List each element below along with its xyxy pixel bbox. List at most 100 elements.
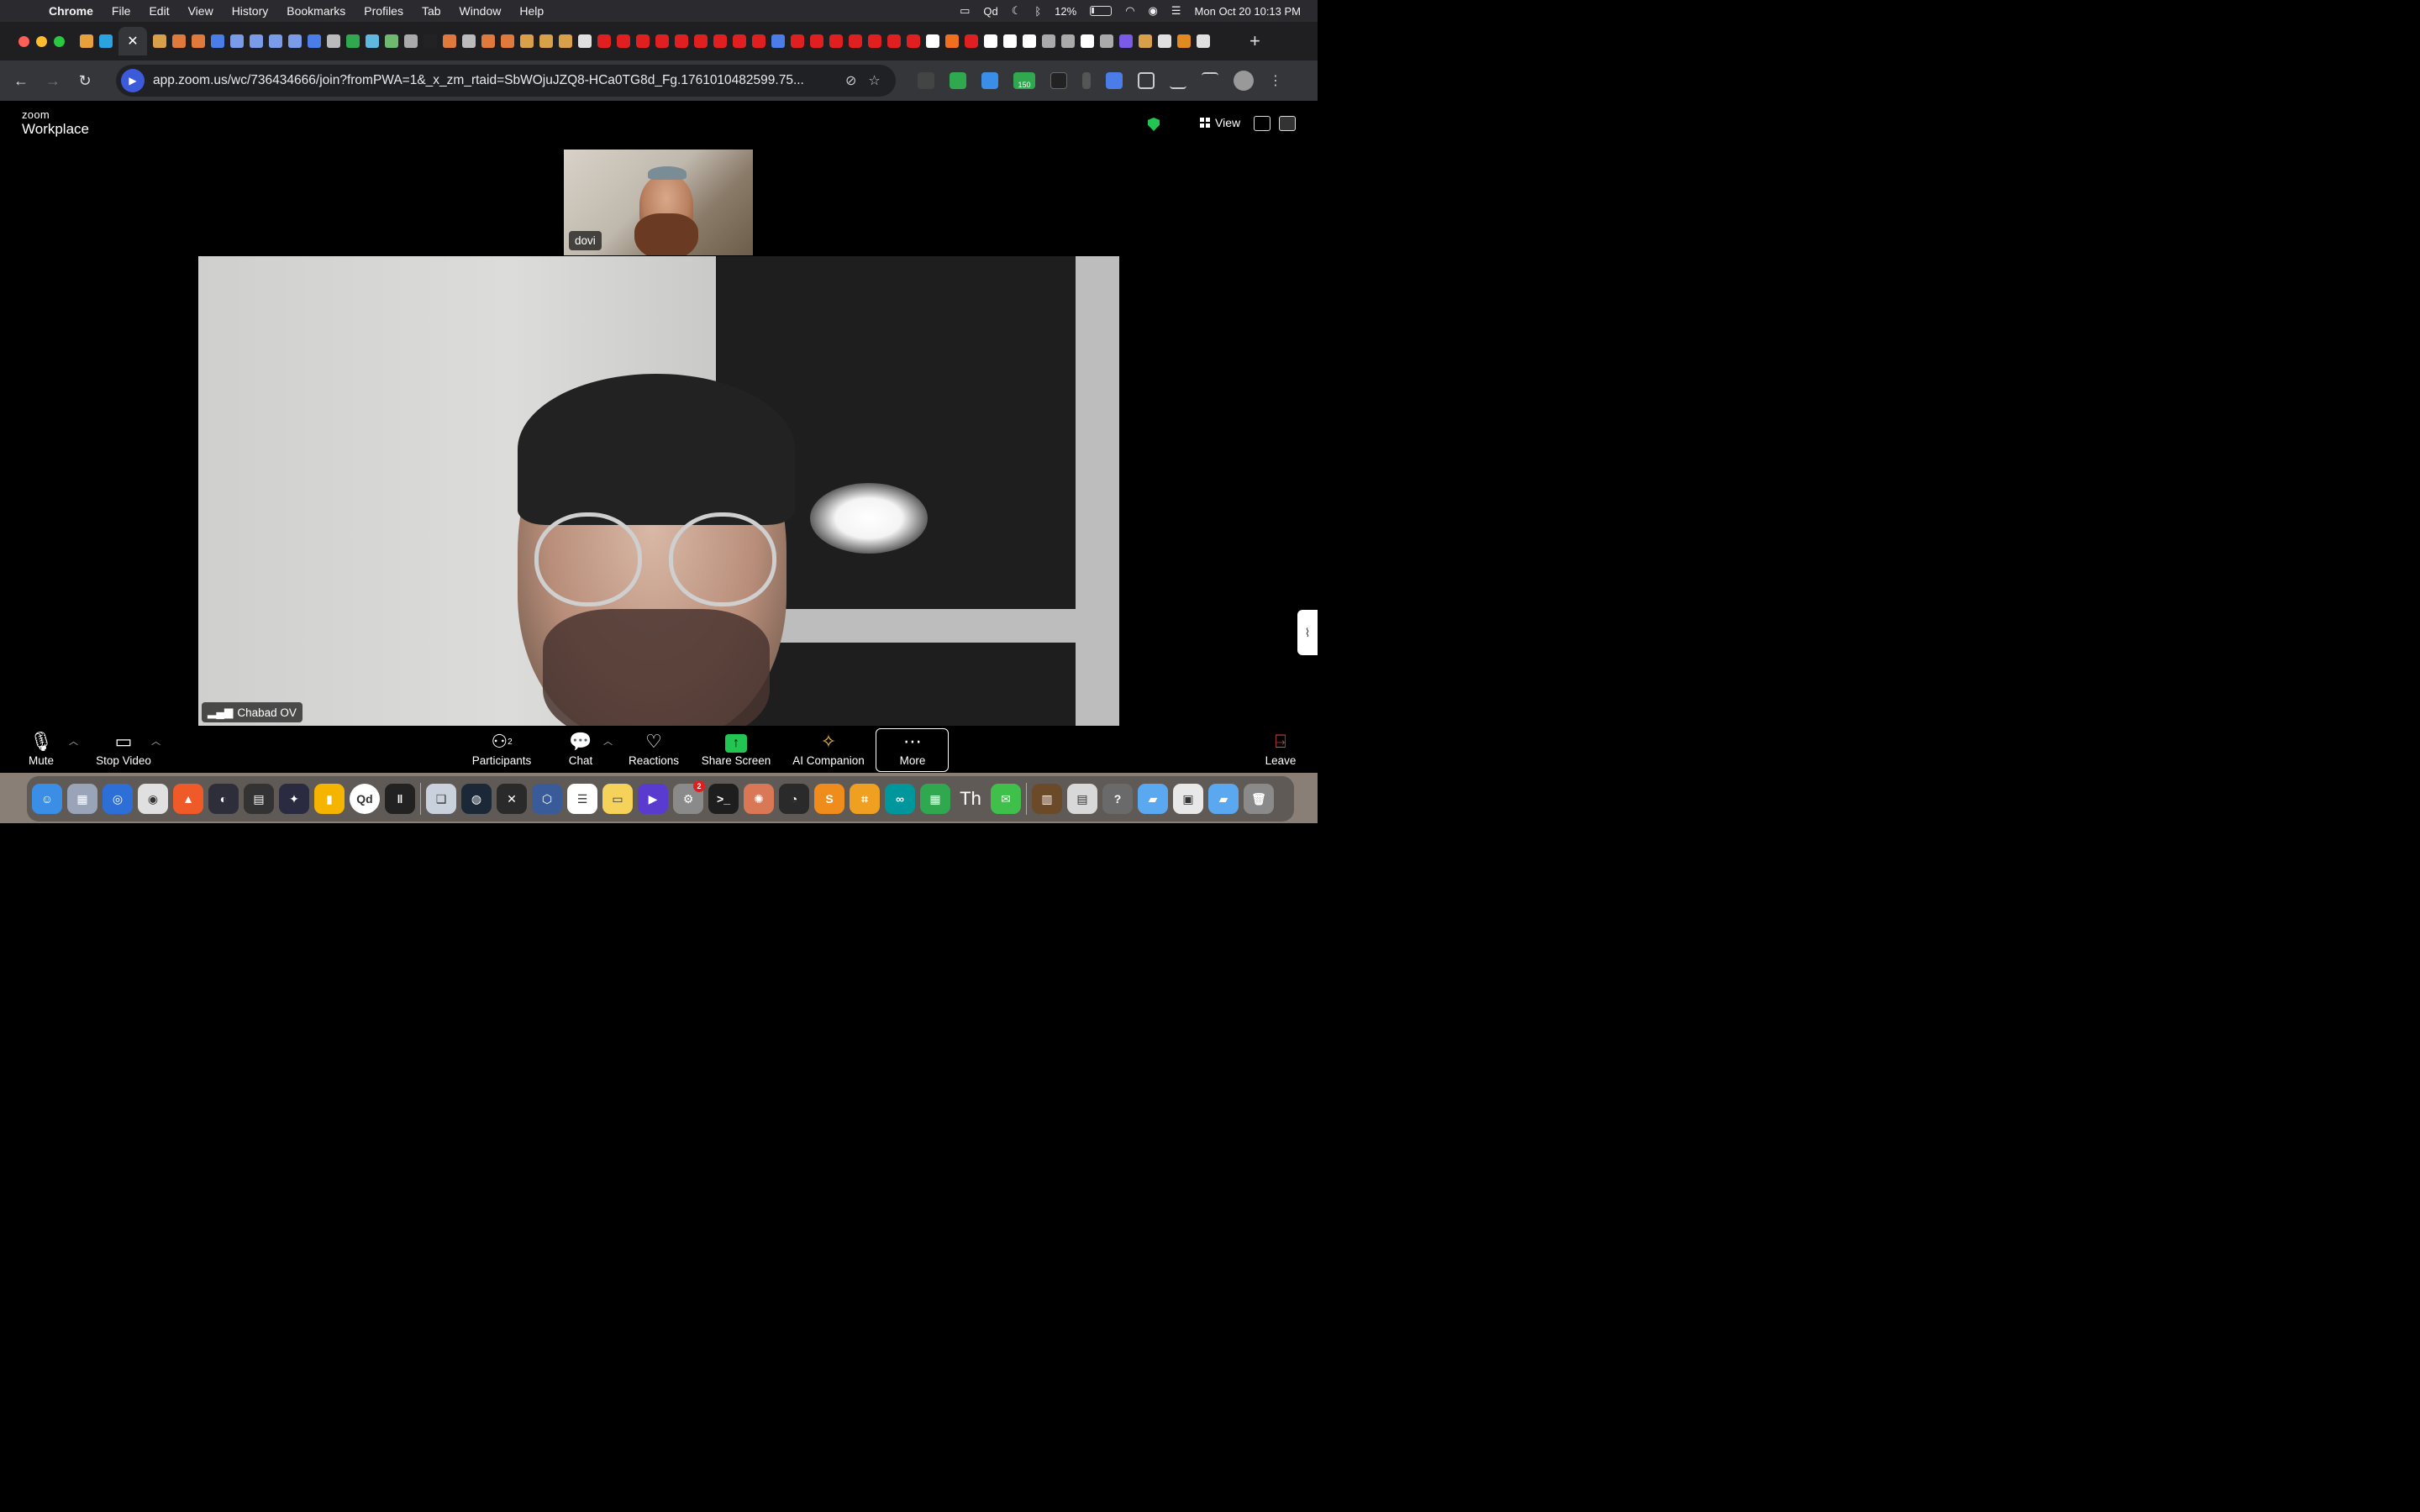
keyboard-icon[interactable]: ▭ [960, 4, 970, 18]
browser-tab[interactable] [346, 34, 360, 48]
zoom-window-button[interactable] [54, 35, 65, 47]
browser-tab[interactable] [366, 34, 379, 48]
wifi-icon[interactable]: ◠ [1125, 4, 1134, 18]
browser-tab[interactable] [1177, 34, 1191, 48]
extension-icon-3[interactable] [981, 72, 998, 89]
extension-badge-icon[interactable]: 150 [1013, 72, 1035, 89]
close-window-button[interactable] [18, 35, 29, 47]
browser-tab[interactable] [1197, 34, 1210, 48]
fullscreen-icon[interactable] [1279, 116, 1296, 131]
video-app-icon[interactable]: ▶ [638, 784, 668, 814]
status-app-qd[interactable]: Qd [983, 5, 997, 18]
browser-tab[interactable] [733, 34, 746, 48]
photo-stack-icon[interactable]: ▥ [1032, 784, 1062, 814]
minimize-window-button[interactable] [36, 35, 47, 47]
folder2-icon[interactable]: ▰ [1208, 784, 1239, 814]
battery-icon[interactable] [1090, 6, 1113, 16]
forward-icon[interactable]: → [37, 72, 69, 90]
browser-tab[interactable] [404, 34, 418, 48]
video-options-caret-icon[interactable]: ︿ [151, 734, 160, 748]
browser-tab[interactable] [153, 34, 166, 48]
menu-tab[interactable]: Tab [413, 4, 450, 18]
finder-icon[interactable]: ☺ [32, 784, 62, 814]
document-icon[interactable]: ▤ [1067, 784, 1097, 814]
download-icon[interactable] [1170, 72, 1186, 89]
browser-tab[interactable] [269, 34, 282, 48]
sublime-icon[interactable]: S [814, 784, 844, 814]
participant-thumbnail[interactable]: dovi [564, 150, 753, 255]
steam-icon[interactable]: ◍ [461, 784, 492, 814]
browser-tab[interactable] [172, 34, 186, 48]
address-bar[interactable]: ▶ app.zoom.us/wc/736434666/join?fromPWA=… [116, 65, 896, 97]
participants-button[interactable]: ⚇ 2 Participants [469, 729, 534, 767]
focus-moon-icon[interactable]: ☾ [1012, 4, 1022, 18]
browser-tab[interactable] [1003, 34, 1017, 48]
browser-tab[interactable] [327, 34, 340, 48]
arduino-icon[interactable]: ∞ [885, 784, 915, 814]
terminal-icon[interactable]: >_ [708, 784, 739, 814]
ai-companion-button[interactable]: ✧ AI Companion [792, 729, 865, 767]
messages-icon[interactable]: ✉ [991, 784, 1021, 814]
browser-tab[interactable] [655, 34, 669, 48]
meter-icon[interactable]: ‖ [385, 784, 415, 814]
reminders-icon[interactable]: ☰ [567, 784, 597, 814]
active-tab-close-icon[interactable]: ✕ [118, 27, 147, 55]
browser-tab[interactable] [559, 34, 572, 48]
browser-tab[interactable] [501, 34, 514, 48]
browser-tab[interactable] [636, 34, 650, 48]
extension-icon-1[interactable] [918, 72, 934, 89]
browser-tab[interactable] [1042, 34, 1055, 48]
browser-tab[interactable] [597, 34, 611, 48]
control-center-icon[interactable]: ☰ [1171, 4, 1181, 18]
browser-tab[interactable] [481, 34, 495, 48]
browser-tab[interactable] [868, 34, 881, 48]
browser-tab[interactable] [520, 34, 534, 48]
obs-icon[interactable]: ◐ [208, 784, 239, 814]
davinci-icon[interactable]: ✦ [279, 784, 309, 814]
extension-icon-5[interactable] [1050, 72, 1067, 89]
stop-video-button[interactable]: ▭ Stop Video [92, 729, 155, 767]
back-icon[interactable]: ← [5, 72, 37, 90]
extension-icon-6[interactable] [1106, 72, 1123, 89]
browser-tab[interactable] [1100, 34, 1113, 48]
menu-window[interactable]: Window [450, 4, 511, 18]
browser-tab[interactable] [810, 34, 823, 48]
chat-options-caret-icon[interactable]: ︿ [603, 734, 613, 748]
browser-tab[interactable] [1023, 34, 1036, 48]
url-text[interactable]: app.zoom.us/wc/736434666/join?fromPWA=1&… [153, 73, 834, 88]
browser-tab[interactable] [250, 34, 263, 48]
reactions-button[interactable]: ♡ Reactions [627, 729, 681, 767]
profile-avatar[interactable] [1234, 71, 1254, 91]
browser-tab[interactable] [539, 34, 553, 48]
media-control-icon[interactable] [1202, 72, 1218, 89]
browser-tab[interactable] [675, 34, 688, 48]
settings-icon[interactable]: ⚙ 2 [673, 780, 705, 814]
browser-tab[interactable] [829, 34, 843, 48]
browser-tab[interactable] [99, 34, 113, 48]
view-button[interactable]: View [1200, 116, 1240, 129]
browser-tab[interactable] [424, 34, 437, 48]
browser-tab[interactable] [211, 34, 224, 48]
browser-tab[interactable] [907, 34, 920, 48]
qd-icon[interactable]: Qd [350, 784, 380, 814]
side-panel-handle-icon[interactable]: ⌇ [1297, 610, 1318, 655]
browser-tab[interactable] [1119, 34, 1133, 48]
keep-icon[interactable]: ▮ [314, 784, 345, 814]
crop-icon[interactable]: ⌗ [850, 784, 880, 814]
launchpad-icon[interactable]: ▦ [67, 784, 97, 814]
share-screen-button[interactable]: ↑ Share Screen [701, 729, 771, 767]
browser-tab[interactable] [578, 34, 592, 48]
blender-alt-icon[interactable]: ⬡ [532, 784, 562, 814]
menu-view[interactable]: View [179, 4, 223, 18]
folder-icon[interactable]: ▰ [1138, 784, 1168, 814]
browser-tab[interactable] [1158, 34, 1171, 48]
menu-file[interactable]: File [103, 4, 140, 18]
notes-icon[interactable]: ▭ [602, 784, 633, 814]
menu-history[interactable]: History [223, 4, 278, 18]
preview-icon[interactable]: ❏ [426, 784, 456, 814]
bookmark-star-icon[interactable]: ☆ [868, 72, 880, 89]
menu-profiles[interactable]: Profiles [355, 4, 413, 18]
brave-icon[interactable]: ▲ [173, 784, 203, 814]
graph-icon[interactable]: ✕ [497, 784, 527, 814]
browser-tab[interactable] [752, 34, 765, 48]
